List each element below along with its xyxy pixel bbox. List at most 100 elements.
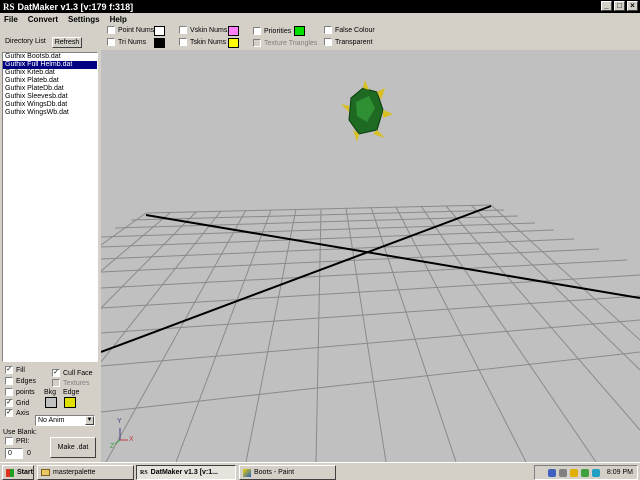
list-item[interactable]: Guthix PlateDb.dat: [3, 85, 97, 93]
menu-file[interactable]: File: [4, 15, 18, 24]
texture-triangles-option[interactable]: Texture Triangles: [253, 39, 317, 47]
vskin-nums-checkbox[interactable]: [179, 26, 187, 34]
start-label: Start: [17, 469, 33, 476]
tskin-nums-color-swatch[interactable]: [228, 38, 239, 48]
task-masterpalette[interactable]: masterpalette: [37, 465, 134, 480]
tri-nums-color-swatch[interactable]: [154, 38, 165, 48]
axis-z-label: Z: [110, 443, 115, 450]
edges-label: Edges: [16, 377, 36, 385]
false-colour-checkbox[interactable]: [324, 26, 332, 34]
fill-checkbox[interactable]: ✓: [5, 366, 13, 374]
pri-label: PRI:: [16, 437, 30, 445]
point-nums-color-swatch[interactable]: [154, 26, 165, 36]
textures-option[interactable]: Textures: [52, 379, 89, 387]
transparent-checkbox[interactable]: [324, 38, 332, 46]
list-item[interactable]: Guthix WingsDb.dat: [3, 101, 97, 109]
transparent-option[interactable]: Transparent: [324, 38, 372, 46]
cull-face-checkbox[interactable]: ✓: [52, 369, 60, 377]
folder-icon: [41, 469, 50, 476]
directory-list-label: Directory List: [5, 38, 46, 45]
texture-triangles-checkbox[interactable]: [253, 39, 261, 47]
list-item[interactable]: Guthix Sleevesb.dat: [3, 93, 97, 101]
task-label: masterpalette: [53, 469, 96, 476]
tri-nums-checkbox[interactable]: [107, 38, 115, 46]
tri-nums-option[interactable]: Tri Nums: [107, 38, 146, 46]
monitor-icon[interactable]: [547, 468, 556, 477]
paint-icon: [243, 468, 251, 477]
axis-checkbox[interactable]: ✓: [5, 409, 13, 417]
pri-input[interactable]: 0: [5, 448, 23, 459]
textures-checkbox[interactable]: [52, 379, 60, 387]
edges-checkbox[interactable]: [5, 377, 13, 385]
chevron-down-icon[interactable]: ▼: [85, 416, 94, 425]
app-logo: RS: [3, 1, 15, 12]
floor-grid: [101, 204, 640, 462]
maximize-button[interactable]: □: [614, 1, 625, 11]
minimize-button[interactable]: _: [601, 1, 612, 11]
anim-select[interactable]: No Anim ▼: [35, 415, 95, 426]
task-paint[interactable]: Boots - Paint: [239, 465, 336, 480]
tri-nums-label: Tri Nums: [118, 38, 147, 46]
network-icon[interactable]: [580, 468, 589, 477]
tskin-nums-option[interactable]: Tskin Nums: [179, 38, 226, 46]
menu-bar: File Convert Settings Help: [0, 13, 640, 25]
anim-select-value: No Anim: [38, 417, 65, 424]
pri-option[interactable]: PRI:: [5, 437, 30, 445]
vskin-nums-option[interactable]: Vskin Nums: [179, 26, 227, 34]
grid-label: Grid: [16, 399, 30, 407]
tskin-nums-label: Tskin Nums: [190, 38, 227, 46]
vskin-nums-color-swatch[interactable]: [228, 26, 239, 36]
list-item[interactable]: Guthix WingsWb.dat: [3, 109, 97, 117]
window-title: DatMaker v1.3 [v:179 f:318]: [17, 1, 134, 12]
antivirus-icon[interactable]: [591, 468, 600, 477]
cull-face-option[interactable]: ✓ Cull Face: [52, 369, 93, 377]
axis-label: Axis: [16, 409, 30, 417]
tskin-nums-checkbox[interactable]: [179, 38, 187, 46]
list-item[interactable]: Guthix Kiteb.dat: [3, 69, 97, 77]
edge-color-swatch[interactable]: [64, 397, 76, 408]
list-item[interactable]: Guthix Bootsb.dat: [3, 53, 97, 61]
windows-logo-icon: [6, 468, 14, 477]
make-dat-button[interactable]: Make .dat: [50, 437, 96, 458]
bkg-color-swatch[interactable]: [45, 397, 57, 408]
task-label: DatMaker v1.3 [v:1...: [150, 469, 218, 476]
grid-svg: [101, 80, 640, 462]
list-item[interactable]: Guthix Plateb.dat: [3, 77, 97, 85]
grid-option[interactable]: ✓ Grid: [5, 399, 29, 407]
start-button[interactable]: Start: [2, 465, 34, 480]
point-nums-option[interactable]: Point Nums: [107, 26, 154, 34]
vskin-nums-label: Vskin Nums: [190, 26, 228, 34]
task-datmaker[interactable]: RS DatMaker v1.3 [v:1...: [136, 465, 236, 480]
task-label: Boots - Paint: [254, 469, 295, 476]
axis-option[interactable]: ✓ Axis: [5, 409, 29, 417]
fill-option[interactable]: ✓ Fill: [5, 366, 25, 374]
close-button[interactable]: ×: [627, 1, 638, 11]
refresh-button[interactable]: Refresh: [52, 37, 82, 48]
taskbar: Start masterpalette RS DatMaker v1.3 [v:…: [0, 462, 640, 480]
texture-triangles-label: Texture Triangles: [264, 39, 318, 47]
edges-option[interactable]: Edges: [5, 377, 36, 385]
edge-label: Edge: [63, 389, 80, 396]
menu-settings[interactable]: Settings: [68, 15, 100, 24]
points-option[interactable]: points: [5, 388, 35, 396]
priorities-option[interactable]: Priorities: [253, 27, 291, 35]
menu-convert[interactable]: Convert: [28, 15, 58, 24]
false-colour-option[interactable]: False Colour: [324, 26, 375, 34]
grid-checkbox[interactable]: ✓: [5, 399, 13, 407]
helmet-model[interactable]: [341, 80, 393, 142]
point-nums-checkbox[interactable]: [107, 26, 115, 34]
list-item-selected[interactable]: Guthix Full Helmb.dat: [3, 61, 97, 69]
file-list[interactable]: Guthix Bootsb.dat Guthix Full Helmb.dat …: [2, 52, 98, 362]
clock: 8:09 PM: [606, 469, 633, 476]
shield-icon[interactable]: [569, 468, 578, 477]
pri-count: 0: [27, 450, 31, 457]
3d-viewport[interactable]: Y X Z: [101, 50, 640, 462]
points-checkbox[interactable]: [5, 388, 13, 396]
speaker-icon[interactable]: [558, 468, 567, 477]
menu-help[interactable]: Help: [110, 15, 127, 24]
priorities-color-swatch[interactable]: [294, 26, 305, 36]
point-nums-label: Point Nums: [118, 26, 155, 34]
pri-checkbox[interactable]: [5, 437, 13, 445]
bkg-label: Bkg: [44, 389, 57, 396]
priorities-checkbox[interactable]: [253, 27, 261, 35]
